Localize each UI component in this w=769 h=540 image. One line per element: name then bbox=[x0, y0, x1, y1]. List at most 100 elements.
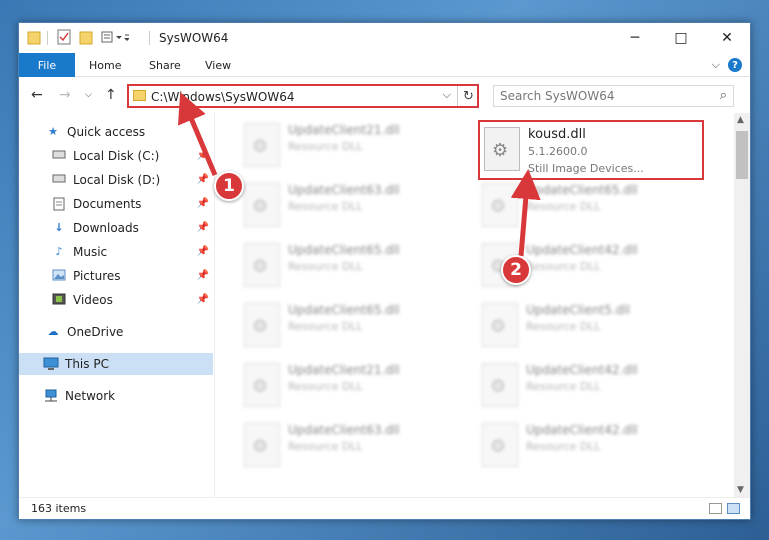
sidebar-item-quick-access[interactable]: ★ Quick access bbox=[19, 121, 213, 143]
address-dropdown-icon[interactable]: ⌵ bbox=[443, 88, 451, 102]
sidebar-item-videos[interactable]: Videos 📌 bbox=[19, 289, 213, 311]
pin-icon[interactable]: 📌 bbox=[197, 270, 209, 281]
sidebar-item-this-pc[interactable]: This PC bbox=[19, 353, 213, 375]
gear-icon: ⚙ bbox=[490, 376, 507, 397]
item-count: 163 items bbox=[31, 502, 87, 515]
list-item[interactable]: ⚙ UpdateClient63.dll Resource DLL bbox=[240, 181, 470, 231]
tab-view[interactable]: View bbox=[205, 53, 231, 77]
file-name: UpdateClient42.dll bbox=[526, 363, 638, 377]
back-icon[interactable]: ← bbox=[31, 87, 43, 103]
file-type: Resource DLL bbox=[288, 260, 363, 273]
file-name: UpdateClient65.dll bbox=[288, 243, 400, 257]
sidebar-item-pictures[interactable]: Pictures 📌 bbox=[19, 265, 213, 287]
tab-home[interactable]: Home bbox=[89, 53, 121, 77]
dll-file-icon: ⚙ bbox=[482, 183, 518, 227]
sidebar-item-documents[interactable]: Documents 📌 bbox=[19, 193, 213, 215]
recent-locations-icon[interactable]: ⌵ bbox=[85, 90, 92, 100]
file-name: UpdateClient42.dll bbox=[526, 243, 638, 257]
scroll-up-icon[interactable]: ▲ bbox=[737, 115, 744, 125]
dll-file-icon: ⚙ bbox=[482, 303, 518, 347]
sidebar-item-local-disk-c[interactable]: Local Disk (C:) 📌 bbox=[19, 145, 213, 167]
pin-icon[interactable]: 📌 bbox=[197, 222, 209, 233]
address-bar[interactable]: C:\Windows\SysWOW64 ⌵ bbox=[127, 84, 479, 108]
pin-icon[interactable]: 📌 bbox=[197, 174, 209, 185]
list-item[interactable]: ⚙ UpdateClient65.dll Resource DLL bbox=[240, 241, 470, 291]
file-type: Resource DLL bbox=[288, 380, 363, 393]
file-name: UpdateClient21.dll bbox=[288, 363, 400, 377]
sidebar-item-music[interactable]: ♪ Music 📌 bbox=[19, 241, 213, 263]
close-button[interactable]: ✕ bbox=[704, 23, 750, 53]
expand-ribbon-icon[interactable]: ⌵ bbox=[712, 58, 720, 72]
scroll-down-icon[interactable]: ▼ bbox=[737, 485, 744, 495]
pin-icon[interactable]: 📌 bbox=[197, 246, 209, 257]
refresh-icon[interactable]: ↻ bbox=[457, 86, 479, 106]
address-path: C:\Windows\SysWOW64 bbox=[151, 90, 295, 104]
sidebar-item-downloads[interactable]: ↓ Downloads 📌 bbox=[19, 217, 213, 239]
sidebar-item-label: This PC bbox=[65, 357, 109, 371]
star-icon: ★ bbox=[48, 125, 58, 138]
sidebar-item-onedrive[interactable]: ☁ OneDrive bbox=[19, 321, 213, 343]
customize-toolbar-icon[interactable] bbox=[101, 29, 130, 47]
scrollbar-thumb[interactable] bbox=[736, 131, 748, 179]
drive-icon bbox=[51, 149, 67, 163]
file-type: Resource DLL bbox=[288, 440, 363, 453]
dll-file-icon: ⚙ bbox=[484, 127, 520, 171]
close-icon: ✕ bbox=[721, 30, 733, 46]
dll-file-icon: ⚙ bbox=[244, 423, 280, 467]
properties-icon[interactable] bbox=[57, 29, 71, 47]
file-name: UpdateClient63.dll bbox=[288, 423, 400, 437]
download-icon: ↓ bbox=[54, 221, 64, 234]
gear-icon: ⚙ bbox=[490, 436, 507, 457]
search-placeholder: Search SysWOW64 bbox=[500, 89, 615, 103]
list-item[interactable]: ⚙ UpdateClient21.dll Resource DLL bbox=[240, 361, 470, 411]
pin-icon[interactable]: 📌 bbox=[197, 198, 209, 209]
tab-file[interactable]: File bbox=[19, 53, 75, 77]
callout-1: 1 bbox=[214, 171, 244, 201]
list-item[interactable]: ⚙ UpdateClient42.dll Resource DLL bbox=[478, 421, 708, 471]
vertical-scrollbar[interactable]: ▲ ▼ bbox=[734, 113, 750, 497]
file-list: ⚙ UpdateClient21.dll Resource DLL ⚙ Upda… bbox=[216, 113, 734, 497]
file-version: 5.1.2600.0 bbox=[528, 145, 588, 158]
list-item[interactable]: ⚙ UpdateClient42.dll Resource DLL bbox=[478, 361, 708, 411]
new-folder-icon[interactable] bbox=[79, 29, 93, 47]
gear-icon: ⚙ bbox=[252, 376, 269, 397]
large-icons-view-icon[interactable] bbox=[727, 503, 740, 514]
status-bar: 163 items bbox=[19, 497, 750, 519]
dll-file-icon: ⚙ bbox=[244, 123, 280, 167]
pin-icon[interactable]: 📌 bbox=[197, 294, 209, 305]
file-type: Resource DLL bbox=[526, 260, 601, 273]
file-name: UpdateClient63.dll bbox=[288, 183, 400, 197]
file-type: Resource DLL bbox=[288, 140, 363, 153]
list-item[interactable]: ⚙ UpdateClient65.dll Resource DLL bbox=[478, 181, 708, 231]
tab-share[interactable]: Share bbox=[149, 53, 181, 77]
list-item[interactable]: ⚙ kousd.dll 5.1.2600.0 Still Image Devic… bbox=[480, 125, 710, 175]
computer-icon bbox=[43, 357, 59, 371]
sidebar-item-label: Local Disk (D:) bbox=[73, 173, 161, 187]
sidebar-item-network[interactable]: Network bbox=[19, 385, 213, 407]
pin-icon[interactable]: 📌 bbox=[197, 150, 209, 161]
list-item[interactable]: ⚙ UpdateClient65.dll Resource DLL bbox=[240, 301, 470, 351]
sidebar-item-label: OneDrive bbox=[67, 325, 124, 339]
file-type: Resource DLL bbox=[526, 440, 601, 453]
ribbon-tabs: File Home Share View ⌵ ? bbox=[19, 53, 750, 77]
up-icon[interactable]: ↑ bbox=[105, 87, 117, 103]
sidebar-item-label: Documents bbox=[73, 197, 142, 211]
minimize-button[interactable]: ─ bbox=[612, 23, 658, 53]
window-title: SysWOW64 bbox=[159, 31, 229, 45]
dll-file-icon: ⚙ bbox=[244, 243, 280, 287]
help-icon[interactable]: ? bbox=[728, 58, 742, 72]
list-item[interactable]: ⚙ UpdateClient5.dll Resource DLL bbox=[478, 301, 708, 351]
search-input[interactable]: Search SysWOW64 ⌕ bbox=[493, 85, 734, 107]
gear-icon: ⚙ bbox=[252, 196, 269, 217]
cloud-icon: ☁ bbox=[47, 325, 59, 338]
list-item[interactable]: ⚙ UpdateClient21.dll Resource DLL bbox=[240, 121, 470, 171]
forward-icon[interactable]: → bbox=[59, 87, 71, 103]
sidebar-item-local-disk-d[interactable]: Local Disk (D:) 📌 bbox=[19, 169, 213, 191]
details-view-icon[interactable] bbox=[709, 503, 722, 514]
maximize-button[interactable]: □ bbox=[658, 23, 704, 53]
highlighted-file-kousd[interactable]: ⚙ kousd.dll 5.1.2600.0 Still Image Devic… bbox=[478, 120, 704, 180]
videos-icon bbox=[51, 293, 67, 307]
pictures-icon bbox=[51, 269, 67, 283]
list-item[interactable]: ⚙ UpdateClient63.dll Resource DLL bbox=[240, 421, 470, 471]
sidebar-item-label: Videos bbox=[73, 293, 113, 307]
